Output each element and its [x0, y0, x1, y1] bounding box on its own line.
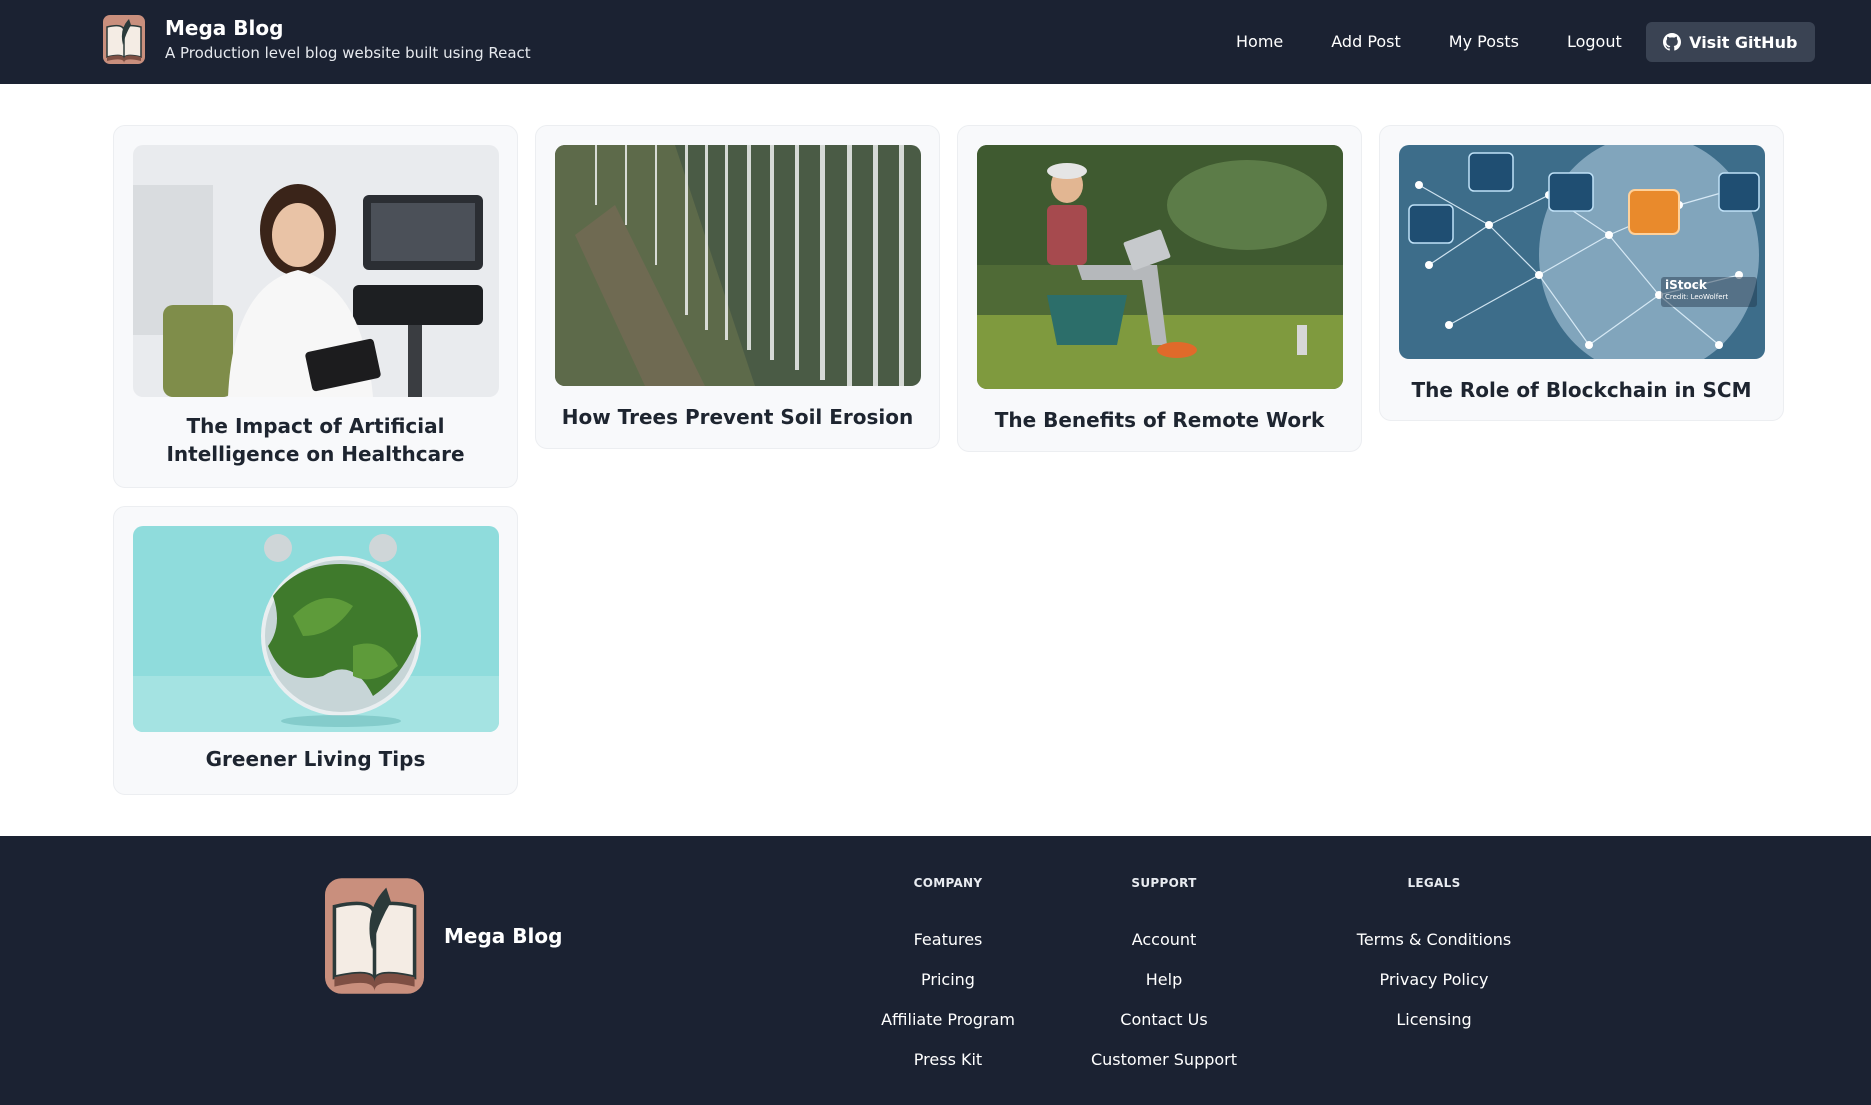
post-card[interactable]: The Impact of Artificial Intelligence on…: [113, 125, 518, 488]
brand[interactable]: Mega Blog A Production level blog websit…: [103, 15, 531, 64]
nav-logout[interactable]: Logout: [1543, 22, 1646, 62]
footer-link-pricing[interactable]: Pricing: [838, 970, 1058, 989]
post-card[interactable]: The Benefits of Remote Work: [957, 125, 1362, 452]
footer: Mega Blog COMPANY Features Pricing Affil…: [0, 836, 1871, 1105]
post-image: [977, 145, 1343, 389]
footer-link-terms[interactable]: Terms & Conditions: [1324, 930, 1544, 949]
post-card[interactable]: How Trees Prevent Soil Erosion: [535, 125, 940, 449]
visit-github-label: Visit GitHub: [1689, 32, 1798, 52]
footer-heading: LEGALS: [1407, 876, 1461, 890]
footer-heading: COMPANY: [913, 876, 983, 890]
post-title: Greener Living Tips: [205, 747, 426, 771]
footer-link-licensing[interactable]: Licensing: [1324, 1010, 1544, 1029]
post-image: [133, 145, 499, 397]
site-subtitle: A Production level blog website built us…: [165, 44, 531, 62]
footer-link-account[interactable]: Account: [1054, 930, 1274, 949]
footer-link-contact[interactable]: Contact Us: [1054, 1010, 1274, 1029]
nav-my-posts[interactable]: My Posts: [1425, 22, 1543, 62]
book-quill-logo-icon: [325, 878, 424, 994]
footer-link-help[interactable]: Help: [1054, 970, 1274, 989]
main-nav: Home Add Post My Posts Logout Visit GitH…: [1212, 22, 1815, 62]
footer-link-privacy[interactable]: Privacy Policy: [1324, 970, 1544, 989]
top-navbar: Mega Blog A Production level blog websit…: [0, 0, 1871, 84]
footer-link-affiliate[interactable]: Affiliate Program: [838, 1010, 1058, 1029]
footer-link-features[interactable]: Features: [838, 930, 1058, 949]
post-title: How Trees Prevent Soil Erosion: [561, 405, 914, 429]
post-title: The Benefits of Remote Work: [994, 408, 1325, 432]
post-image: [133, 526, 499, 732]
post-title: The Impact of Artificial Intelligence on…: [166, 414, 465, 466]
post-card[interactable]: Greener Living Tips: [113, 506, 518, 795]
github-icon: [1663, 33, 1682, 51]
site-title: Mega Blog: [165, 16, 284, 40]
post-image: [555, 145, 921, 386]
nav-add-post[interactable]: Add Post: [1307, 22, 1425, 62]
visit-github-button[interactable]: Visit GitHub: [1645, 22, 1815, 62]
footer-heading: SUPPORT: [1131, 876, 1197, 890]
book-quill-logo-icon: [103, 15, 145, 64]
footer-brand: Mega Blog: [444, 924, 563, 948]
nav-home[interactable]: Home: [1212, 22, 1307, 62]
footer-link-press-kit[interactable]: Press Kit: [838, 1050, 1058, 1069]
istock-credit: Credit: LeoWolfert: [1665, 293, 1729, 301]
footer-link-customer-support[interactable]: Customer Support: [1054, 1050, 1274, 1069]
post-title: The Role of Blockchain in SCM: [1411, 378, 1752, 402]
istock-label: iStock: [1665, 278, 1707, 292]
istock-watermark: iStock Credit: LeoWolfert: [1661, 277, 1757, 307]
post-card[interactable]: iStock Credit: LeoWolfert The Role of Bl…: [1379, 125, 1784, 421]
post-image: iStock Credit: LeoWolfert: [1399, 145, 1765, 359]
